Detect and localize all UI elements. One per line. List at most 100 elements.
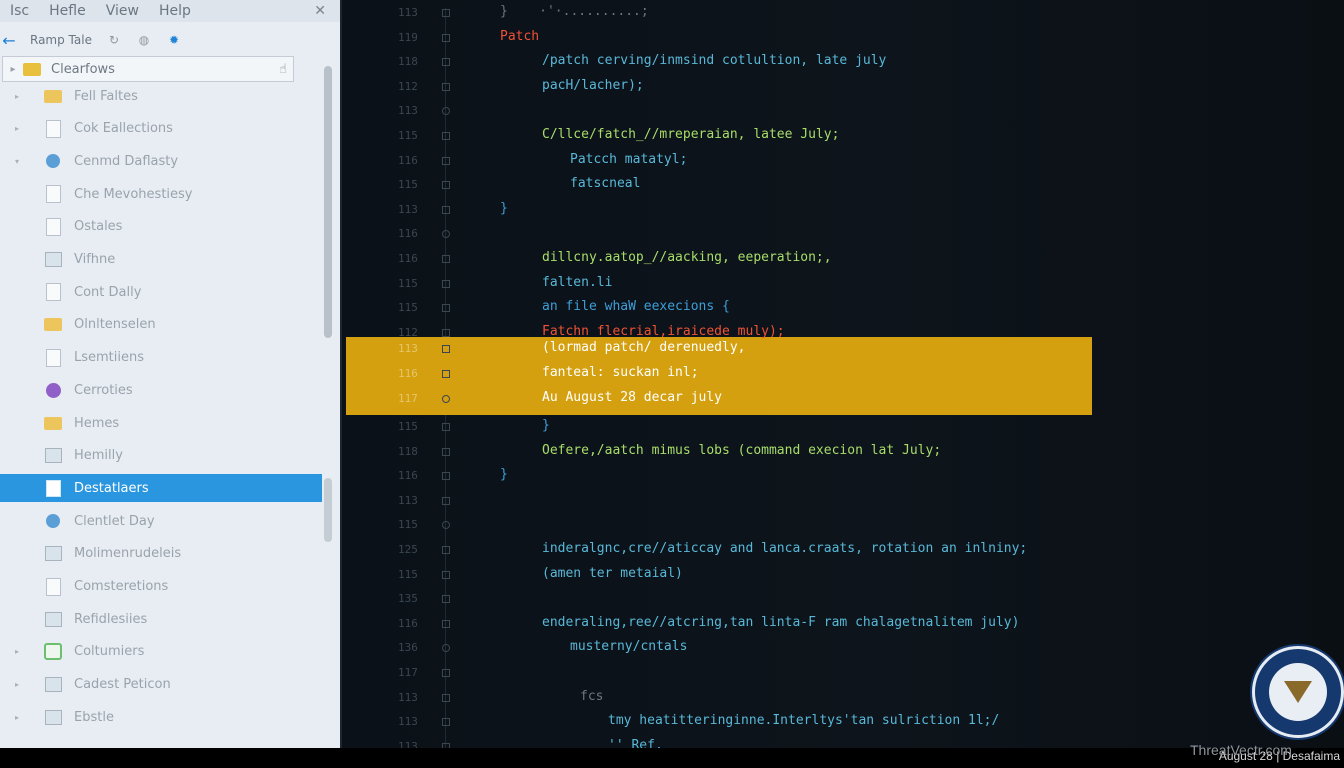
code-line[interactable]: musterny/cntals [570, 639, 687, 654]
gutter-marker[interactable] [442, 570, 450, 579]
tree-item[interactable]: ▸ Cok Eallections [0, 115, 322, 143]
gutter-marker[interactable] [442, 230, 450, 239]
line-number: 116 [398, 616, 418, 630]
current-folder-field[interactable]: ▸ Clearfows ☝ [2, 56, 294, 82]
tree-item[interactable]: ▾ Cenmd Daflasty [0, 147, 322, 175]
code-line[interactable]: C/llce/fatch_//mreperaian, latee July; [542, 127, 839, 142]
gutter-marker[interactable] [442, 718, 450, 727]
gutter-marker[interactable] [442, 107, 450, 116]
tree-item[interactable]: ▸Lsemtiiens [0, 344, 322, 372]
code-line[interactable]: tmy heatitteringinne.Interltys'tan sulri… [608, 713, 999, 728]
gutter-marker[interactable] [442, 644, 450, 653]
gutter-marker[interactable] [442, 58, 450, 67]
code-line[interactable]: (amen ter metaial) [542, 566, 683, 581]
back-arrow-icon[interactable]: ← [0, 31, 20, 50]
tree-item[interactable]: ▸Hemilly [0, 442, 322, 470]
sync-icon[interactable]: ↻ [106, 32, 122, 48]
code-line[interactable]: } [500, 201, 508, 216]
gutter-marker[interactable] [442, 33, 450, 42]
gutter-marker[interactable] [442, 619, 450, 628]
code-line[interactable]: (lormad patch/ derenuedly, [542, 340, 746, 355]
menu-file[interactable]: Isc [0, 3, 39, 19]
gutter-marker[interactable] [442, 345, 450, 353]
tree-item[interactable]: ▸Olnltenselen [0, 311, 322, 339]
gear-icon[interactable]: ✹ [166, 32, 182, 48]
expand-arrow-icon[interactable]: ▸ [12, 92, 22, 101]
tree-item-label: Ostales [74, 219, 123, 235]
line-number: 113 [398, 104, 418, 118]
expand-arrow-icon[interactable]: ▸ [12, 124, 22, 133]
gutter-marker[interactable] [442, 328, 450, 337]
close-icon[interactable]: ✕ [314, 3, 340, 19]
code-line[interactable]: } [500, 467, 508, 482]
tree-item[interactable]: ▸Refidlesiies [0, 605, 322, 633]
code-line[interactable]: Oefere,/aatch mimus lobs (command execio… [542, 443, 941, 458]
sidebar-scrollbar-lower[interactable] [324, 478, 332, 542]
tree-item[interactable]: ▸Ostales [0, 213, 322, 241]
tree-item[interactable]: ▸Hemes [0, 409, 322, 437]
sidebar-scrollbar[interactable] [324, 66, 332, 338]
expand-arrow-icon[interactable]: ▸ [12, 680, 22, 689]
gutter-marker[interactable] [442, 156, 450, 165]
gutter-marker[interactable] [442, 595, 450, 604]
code-line[interactable]: falten.li [542, 275, 612, 290]
code-line[interactable]: } ·'·..........; [500, 4, 649, 19]
gutter-marker[interactable] [442, 472, 450, 481]
code-line[interactable]: an file whaW eexecions { [542, 299, 730, 314]
gutter-marker[interactable] [442, 205, 450, 214]
gutter-marker[interactable] [442, 132, 450, 140]
tree-item[interactable]: ▸ Ebstle [0, 703, 322, 731]
tree-item[interactable]: ▸ Coltumiers [0, 638, 322, 666]
expand-arrow-icon[interactable]: ▸ [12, 713, 22, 722]
tree-item[interactable]: ▸Molimenrudeleis [0, 540, 322, 568]
tree-item[interactable]: ▸Comsteretions [0, 573, 322, 601]
code-line[interactable]: Au August 28 decar july [542, 390, 722, 405]
code-line[interactable]: dillcny.aatop_//aacking, eeperation;, [542, 250, 832, 265]
gutter-marker[interactable] [442, 521, 450, 530]
gutter-marker[interactable] [442, 9, 450, 17]
expand-arrow-icon[interactable]: ▸ [12, 647, 22, 656]
code-editor[interactable]: 113} ·'·..........; 119 Patch 118/patch cer… [342, 0, 1344, 748]
tree-item[interactable]: ▸Cerroties [0, 376, 322, 404]
tree-item[interactable]: ▸ Fell Faltes [0, 82, 322, 110]
code-line[interactable]: Fatchn flecrial,iraicede muly); [542, 324, 785, 339]
code-line[interactable]: Patch [500, 29, 539, 44]
gutter-marker[interactable] [442, 181, 450, 190]
gutter-marker[interactable] [442, 693, 450, 702]
code-line[interactable]: pacH/lacher); [542, 78, 644, 93]
trash-icon[interactable]: ◍ [136, 32, 152, 48]
code-line[interactable]: fanteal: suckan inl; [542, 365, 699, 380]
gutter-marker[interactable] [442, 423, 450, 431]
code-line[interactable]: } [542, 418, 550, 433]
menu-view[interactable]: View [96, 3, 149, 19]
line-number: 117 [398, 392, 418, 405]
tree-item[interactable]: ▸Cont Dally [0, 278, 322, 306]
gutter-marker[interactable] [442, 304, 450, 313]
code-line[interactable]: fcs [580, 689, 603, 704]
tree-item[interactable]: ▸Destatlaers [0, 474, 322, 503]
tree-item[interactable]: ▸Che Mevohestiesy [0, 180, 322, 208]
gutter-marker[interactable] [442, 255, 450, 263]
code-line[interactable]: enderaling,ree//atcring,tan linta-F ram … [542, 615, 1019, 630]
tree-item[interactable]: ▸Vifhne [0, 246, 322, 274]
tree-item[interactable]: ▸ Cadest Peticon [0, 671, 322, 699]
expand-arrow-icon[interactable]: ▾ [12, 157, 22, 166]
gutter-marker[interactable] [442, 82, 450, 91]
menu-help[interactable]: Help [149, 3, 201, 19]
gutter-marker[interactable] [442, 447, 450, 456]
gutter-marker[interactable] [442, 395, 450, 403]
gutter-marker[interactable] [442, 669, 450, 677]
gutter-marker[interactable] [442, 279, 450, 288]
code-line[interactable]: Patcch matatyl; [570, 152, 687, 167]
green-icon [44, 643, 62, 661]
code-line[interactable]: '' Ref. [608, 738, 663, 748]
code-line[interactable]: inderalgnc,cre//aticcay and lanca.craats… [542, 541, 1027, 556]
code-line[interactable]: /patch cerving/inmsind cotlultion, late … [542, 53, 886, 68]
gutter-marker[interactable] [442, 496, 450, 505]
collapse-arrow-icon[interactable]: ▸ [3, 64, 23, 75]
menu-edit[interactable]: Hefle [39, 3, 96, 19]
gutter-marker[interactable] [442, 370, 450, 378]
gutter-marker[interactable] [442, 546, 450, 554]
code-line[interactable]: fatscneal [570, 176, 640, 191]
tree-item[interactable]: ▸Clentlet Day [0, 507, 322, 535]
